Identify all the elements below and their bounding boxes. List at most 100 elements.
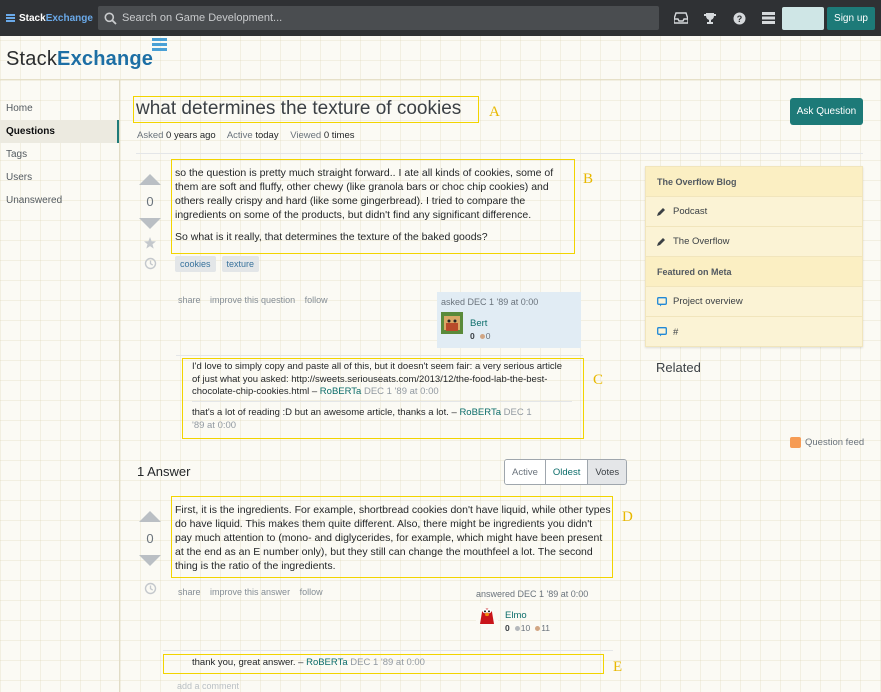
ask-question-button[interactable]: Ask Question bbox=[790, 98, 863, 125]
annotation-label-a: A bbox=[489, 104, 500, 120]
tag-cookies[interactable]: cookies bbox=[175, 256, 216, 272]
sidebar-item-the-overflow[interactable]: The Overflow bbox=[646, 227, 862, 257]
question-user-name[interactable]: Bert bbox=[470, 318, 487, 329]
comments-divider bbox=[176, 355, 583, 356]
question-user-stats: 00 bbox=[470, 331, 490, 341]
active-value: today bbox=[255, 130, 279, 141]
improve-question-link[interactable]: improve this question bbox=[210, 295, 295, 305]
annotation-box-d bbox=[171, 496, 613, 578]
logo-stack-icon bbox=[152, 38, 167, 56]
pencil-icon bbox=[657, 207, 673, 216]
viewed-label: Viewed bbox=[290, 130, 322, 141]
share-link[interactable]: share bbox=[178, 295, 201, 305]
annotation-box-a bbox=[133, 96, 479, 123]
annotation-label-e: E bbox=[613, 659, 623, 675]
site-switcher-icon[interactable] bbox=[758, 8, 778, 28]
question-header-divider bbox=[136, 153, 863, 154]
answer-vote-count: 0 bbox=[146, 531, 154, 546]
sidebar-item-label: The Overflow bbox=[673, 236, 730, 247]
downvote-button[interactable] bbox=[139, 555, 161, 566]
sidebar-item-project-overview[interactable]: Project overview bbox=[646, 287, 862, 317]
search-box[interactable] bbox=[98, 6, 659, 30]
header-divider bbox=[0, 79, 881, 80]
add-comment-link[interactable]: add a comment bbox=[177, 681, 239, 691]
main-border bbox=[119, 80, 120, 692]
sidebar-widget: The Overflow Blog Podcast The Overflow F… bbox=[645, 166, 863, 347]
trophy-icon[interactable] bbox=[700, 8, 720, 28]
logo-suffix: Exchange bbox=[57, 48, 154, 70]
follow-link[interactable]: follow bbox=[300, 587, 323, 597]
improve-answer-link[interactable]: improve this answer bbox=[210, 587, 290, 597]
nav-item-questions[interactable]: Questions bbox=[0, 120, 120, 143]
top-bar: StackExchange ? Sign up bbox=[0, 0, 881, 36]
upvote-button[interactable] bbox=[139, 174, 161, 185]
stackexchange-icon bbox=[6, 14, 15, 22]
downvote-button[interactable] bbox=[139, 218, 161, 229]
sort-tab-votes[interactable]: Votes bbox=[588, 460, 627, 484]
inbox-icon[interactable] bbox=[671, 8, 691, 28]
answer-sort-tabs: Active Oldest Votes bbox=[504, 459, 628, 485]
answer-user-stats: 0 10 11 bbox=[505, 623, 550, 633]
left-nav: Home Questions Tags Users Unanswered bbox=[0, 97, 120, 212]
silver-badge-icon bbox=[514, 626, 520, 632]
sidebar-item-label: Podcast bbox=[673, 206, 708, 217]
sidebar-item-podcast[interactable]: Podcast bbox=[646, 197, 862, 227]
answer-user-rep: 0 bbox=[505, 623, 510, 633]
nav-item-unanswered[interactable]: Unanswered bbox=[0, 189, 120, 212]
annotation-box-e bbox=[163, 654, 604, 674]
rss-icon bbox=[790, 437, 801, 448]
answer-user-bronze: 11 bbox=[541, 623, 551, 633]
sidebar-item-hash[interactable]: # bbox=[646, 317, 862, 347]
sidebar-item-label: # bbox=[673, 326, 679, 338]
annotation-label-c: C bbox=[593, 372, 604, 388]
question-tags: cookies texture bbox=[175, 256, 260, 272]
question-owner-card: asked DEC 1 '89 at 0:00 Bert 00 bbox=[437, 292, 581, 348]
featured-meta-header: Featured on Meta bbox=[646, 257, 862, 287]
question-user-rep: 0 bbox=[470, 331, 475, 341]
logo-prefix: Stack bbox=[6, 48, 58, 70]
elmo-avatar[interactable] bbox=[476, 603, 498, 625]
share-link[interactable]: share bbox=[178, 587, 201, 597]
viewed-value: 0 times bbox=[323, 130, 355, 141]
bronze-badge-icon bbox=[535, 626, 541, 632]
help-icon[interactable]: ? bbox=[729, 8, 749, 28]
stackexchange-brand[interactable]: StackExchange bbox=[6, 13, 98, 24]
meta-chat-icon bbox=[657, 327, 673, 337]
follow-link[interactable]: follow bbox=[305, 295, 328, 305]
question-user-bronze: 0 bbox=[485, 331, 491, 341]
related-heading: Related bbox=[656, 360, 701, 375]
question-feed-link[interactable]: Question feed bbox=[790, 437, 864, 448]
nav-item-home[interactable]: Home bbox=[0, 97, 120, 120]
answer-vote-cell: 0 bbox=[137, 511, 163, 595]
question-vote-cell: 0 bbox=[137, 174, 163, 270]
tag-texture[interactable]: texture bbox=[221, 256, 260, 272]
upvote-button[interactable] bbox=[139, 511, 161, 522]
sidebar-item-label: Project overview bbox=[673, 296, 743, 307]
nav-item-tags[interactable]: Tags bbox=[0, 143, 120, 166]
sort-tab-oldest[interactable]: Oldest bbox=[545, 460, 589, 484]
asked-value: 0 years ago bbox=[166, 130, 216, 141]
history-icon[interactable] bbox=[144, 257, 157, 270]
history-icon[interactable] bbox=[144, 582, 157, 595]
bookmark-star-icon[interactable] bbox=[144, 237, 156, 249]
answer-user-name[interactable]: Elmo bbox=[505, 610, 527, 621]
bronze-badge-icon bbox=[479, 334, 485, 340]
asked-label: Asked bbox=[137, 130, 164, 141]
site-logo[interactable]: StackExchange bbox=[6, 48, 153, 71]
answer-post-menu: share improve this answer follow bbox=[178, 587, 330, 597]
answer-comments-divider bbox=[163, 650, 613, 651]
search-input[interactable] bbox=[122, 12, 642, 24]
overflow-blog-header: The Overflow Blog bbox=[646, 167, 862, 197]
signup-button[interactable]: Sign up bbox=[827, 7, 875, 30]
asked-time: asked DEC 1 '89 at 0:00 bbox=[441, 297, 539, 307]
login-button[interactable] bbox=[782, 7, 824, 30]
answers-count: 1 Answer bbox=[137, 464, 191, 479]
answer-user-silver: 10 bbox=[520, 623, 531, 633]
nav-item-users[interactable]: Users bbox=[0, 166, 120, 189]
active-label: Active bbox=[226, 130, 253, 141]
meta-chat-icon bbox=[657, 296, 673, 307]
bert-avatar[interactable] bbox=[441, 312, 463, 334]
question-meta: Asked 0 years ago Active today Viewed 0 … bbox=[137, 130, 364, 141]
sort-tab-active[interactable]: Active bbox=[505, 460, 546, 484]
answered-time: answered DEC 1 '89 at 0:00 bbox=[476, 589, 589, 599]
